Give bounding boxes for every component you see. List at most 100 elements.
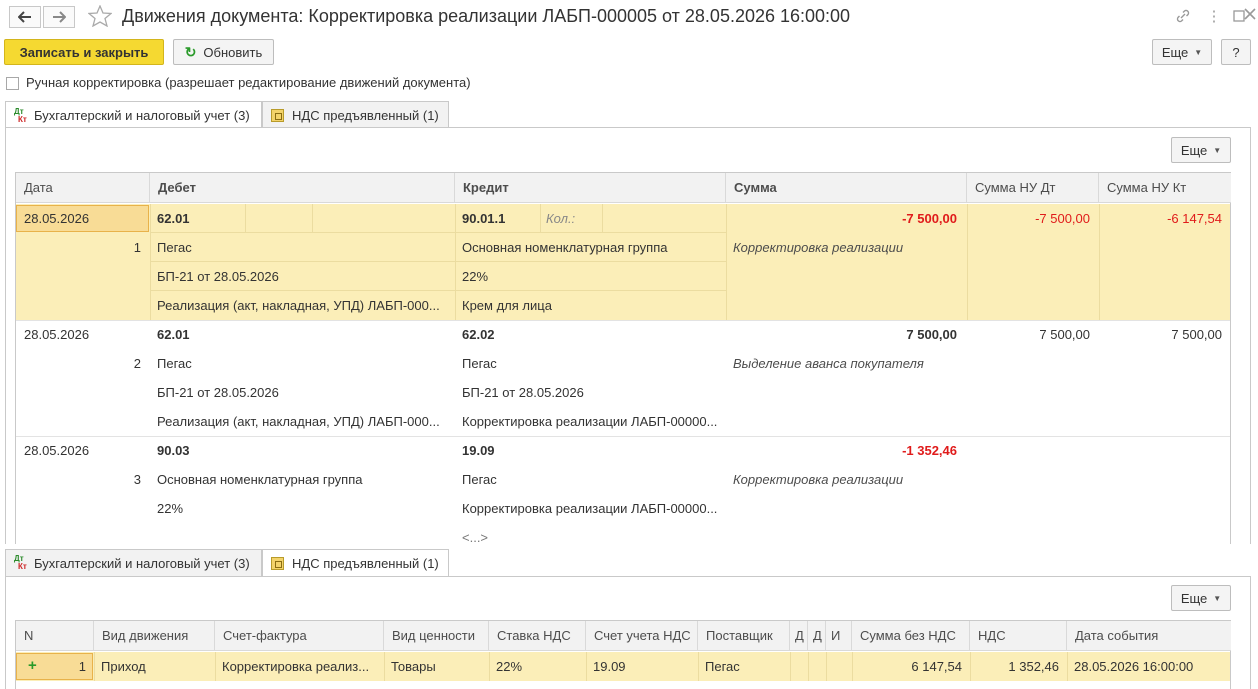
tab-accounting-label: Бухгалтерский и налоговый учет (3)	[34, 108, 250, 123]
tab-vat[interactable]: НДС предъявленный (1)	[262, 101, 449, 128]
col-header-nu-kt[interactable]: Сумма НУ Кт	[1099, 173, 1231, 203]
manual-correction-label: Ручная корректировка (разрешает редактир…	[26, 75, 471, 90]
acc-more-label: Еще	[1180, 142, 1208, 158]
window-title: Движения документа: Корректировка реализ…	[122, 6, 851, 26]
refresh-button[interactable]: ↻ Обновить	[173, 39, 274, 65]
row-2-debit-sub1: Пегас	[157, 356, 192, 371]
chevron-down-icon: ▼	[1213, 593, 1222, 603]
row-1-nu-kt: -6 147,54	[1167, 211, 1222, 226]
star-icon[interactable]	[87, 4, 113, 30]
row-1-credit-sub3: Крем для лица	[462, 298, 552, 313]
row-1-nu-dt: -7 500,00	[1035, 211, 1090, 226]
row-3-credit-account: 19.09	[462, 443, 495, 458]
more-label: Еще	[1161, 44, 1189, 60]
save-close-label: Записать и закрыть	[19, 44, 149, 60]
vat-row-value-type: Товары	[391, 659, 436, 674]
vat-table: N Вид движения Счет-фактура Вид ценности…	[15, 620, 1231, 689]
row-2-debit-sub3: Реализация (акт, накладная, УПД) ЛАБП-00…	[157, 414, 440, 429]
vat-row-movement: Приход	[101, 659, 146, 674]
refresh-icon: ↻	[184, 43, 197, 60]
tabbar-top: Дт Кт Бухгалтерский и налоговый учет (3) …	[5, 101, 465, 129]
help-button[interactable]: ?	[1221, 39, 1251, 65]
col-header-d2[interactable]: Д	[808, 621, 826, 651]
col-header-sum-no-vat[interactable]: Сумма без НДС	[852, 621, 970, 651]
tabbar-bottom: Дт Кт Бухгалтерский и налоговый учет (3) …	[5, 549, 465, 577]
back-button[interactable]	[9, 6, 41, 28]
col-header-value-type[interactable]: Вид ценности	[384, 621, 489, 651]
vat-row-rate: 22%	[496, 659, 523, 674]
help-label: ?	[1232, 44, 1240, 60]
vat-more-button[interactable]: Еще ▼	[1171, 585, 1231, 611]
row-1-credit-account: 90.01.1	[462, 211, 506, 226]
more-vertical-icon[interactable]: ⋮	[1204, 6, 1224, 26]
col-header-rate[interactable]: Ставка НДС	[489, 621, 586, 651]
tab-accounting[interactable]: Дт Кт Бухгалтерский и налоговый учет (3)	[5, 101, 262, 129]
row-3-content: Корректировка реализации	[733, 472, 904, 487]
row-3-credit-sub2: Корректировка реализации ЛАБП-00000...	[462, 501, 718, 516]
row-2-debit-sub2: БП-21 от 28.05.2026	[157, 385, 279, 400]
save-close-button[interactable]: Записать и закрыть	[4, 39, 164, 65]
row-1-debit-sub2: БП-21 от 28.05.2026	[157, 269, 279, 284]
row-2-nu-dt: 7 500,00	[1039, 327, 1090, 342]
col-header-d1[interactable]: Д	[790, 621, 808, 651]
row-2-debit-account: 62.01	[157, 327, 190, 342]
row-2-num: 2	[133, 356, 141, 371]
row-2-sum: 7 500,00	[906, 327, 957, 342]
vat-row-supplier: Пегас	[705, 659, 740, 674]
row-1-content: Корректировка реализации	[733, 240, 904, 255]
row-3-num: 3	[133, 472, 141, 487]
dt-kt-icon: Дт Кт	[14, 554, 27, 571]
row-2-credit-account: 62.02	[462, 327, 495, 342]
col-header-date[interactable]: Дата	[16, 173, 150, 203]
col-header-event-date[interactable]: Дата события	[1067, 621, 1231, 651]
close-icon[interactable]	[1243, 7, 1257, 25]
col-header-i[interactable]: И	[826, 621, 852, 651]
vat-row-sum-no-vat: 6 147,54	[911, 659, 962, 674]
row-1-debit-account: 62.01	[157, 211, 190, 226]
row-2-credit-sub3: Корректировка реализации ЛАБП-00000...	[462, 414, 718, 429]
row-1-sum: -7 500,00	[902, 211, 957, 226]
row-2-credit-sub1: Пегас	[462, 356, 497, 371]
row-1-credit-sub2: 22%	[462, 269, 489, 284]
tab-accounting[interactable]: Дт Кт Бухгалтерский и налоговый учет (3)	[5, 549, 262, 576]
register-icon	[271, 108, 284, 122]
row-1-qty-label: Кол.:	[546, 211, 576, 226]
link-icon[interactable]	[1173, 6, 1193, 26]
vat-row-account: 19.09	[593, 659, 626, 674]
col-header-nu-dt[interactable]: Сумма НУ Дт	[967, 173, 1099, 203]
vat-row-vat: 1 352,46	[1008, 659, 1059, 674]
row-3-debit-account: 90.03	[157, 443, 190, 458]
tab-vat-label: НДС предъявленный (1)	[292, 107, 439, 123]
acc-more-button[interactable]: Еще ▼	[1171, 137, 1231, 163]
row-3-debit-sub2: 22%	[157, 501, 184, 516]
vat-row-event-date: 28.05.2026 16:00:00	[1074, 659, 1194, 674]
vat-more-label: Еще	[1180, 590, 1208, 606]
col-header-invoice[interactable]: Счет-фактура	[215, 621, 384, 651]
col-header-sum[interactable]: Сумма	[726, 173, 967, 203]
plus-icon: +	[28, 658, 37, 674]
forward-button[interactable]	[43, 6, 75, 28]
col-header-account[interactable]: Счет учета НДС	[586, 621, 698, 651]
tab-vat-label: НДС предъявленный (1)	[292, 556, 439, 571]
col-header-vat[interactable]: НДС	[970, 621, 1067, 651]
vat-row-invoice: Корректировка реализ...	[222, 659, 370, 674]
tab-vat[interactable]: НДС предъявленный (1)	[262, 549, 449, 577]
row-2-date: 28.05.2026	[24, 327, 90, 342]
col-header-movement[interactable]: Вид движения	[94, 621, 215, 651]
manual-correction-checkbox[interactable]	[6, 77, 19, 90]
row-1-num: 1	[133, 240, 141, 255]
row-3-debit-sub1: Основная номенклатурная группа	[157, 472, 363, 487]
more-button[interactable]: Еще ▼	[1152, 39, 1212, 65]
row-1-debit-sub3: Реализация (акт, накладная, УПД) ЛАБП-00…	[157, 298, 440, 313]
arrow-right-icon	[53, 11, 66, 23]
row-2-content: Выделение аванса покупателя	[733, 356, 924, 371]
chevron-down-icon: ▼	[1213, 145, 1222, 155]
col-header-supplier[interactable]: Поставщик	[698, 621, 790, 651]
refresh-label: Обновить	[203, 44, 263, 60]
col-header-debit[interactable]: Дебет	[150, 173, 455, 203]
col-header-credit[interactable]: Кредит	[455, 173, 726, 203]
chevron-down-icon: ▼	[1194, 47, 1203, 57]
col-header-n[interactable]: N	[16, 621, 94, 651]
row-1-credit-sub1: Основная номенклатурная группа	[462, 240, 668, 255]
row-3-credit-sub1: Пегас	[462, 472, 497, 487]
